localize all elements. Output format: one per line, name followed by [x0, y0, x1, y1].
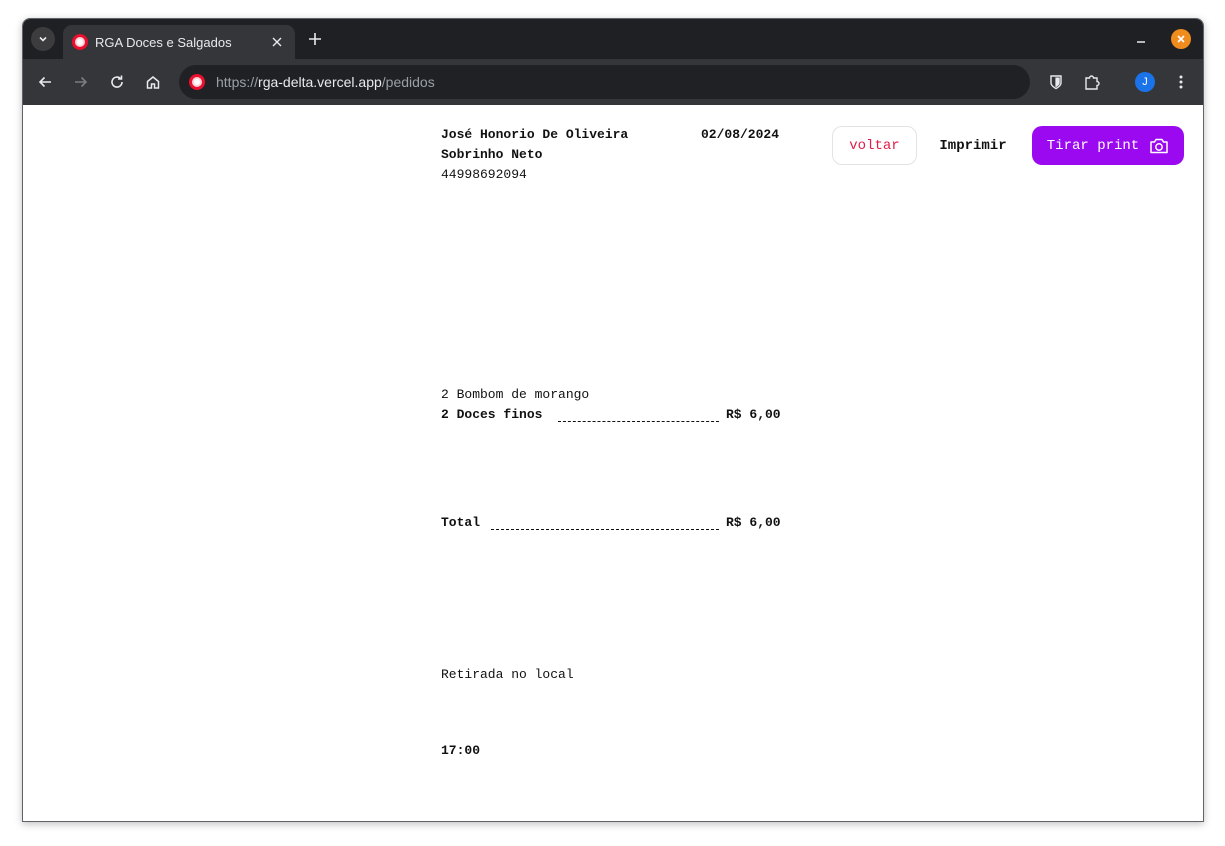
- total-value: R$ 6,00: [726, 515, 781, 530]
- pickup-time: 17:00: [441, 743, 481, 758]
- tab-strip: RGA Doces e Salgados: [23, 19, 1203, 59]
- customer-phone: 44998692094: [441, 167, 527, 182]
- profile-avatar[interactable]: J: [1135, 72, 1155, 92]
- item-price: R$ 6,00: [726, 407, 781, 422]
- camera-icon: [1150, 138, 1168, 153]
- delivery-method: Retirada no local: [441, 667, 574, 682]
- chevron-down-icon: [39, 36, 47, 42]
- new-tab-button[interactable]: [305, 29, 325, 49]
- back-link-button[interactable]: voltar: [832, 126, 917, 165]
- browser-toolbar: https://rga-delta.vercel.app/pedidos J: [23, 59, 1203, 105]
- item-category: 2 Doces finos: [441, 407, 543, 422]
- item-leader-dots: [558, 421, 719, 422]
- close-icon: [272, 37, 282, 47]
- site-favicon-icon: [189, 74, 205, 90]
- back-button[interactable]: [33, 70, 57, 94]
- arrow-left-icon: [38, 76, 51, 88]
- browser-menu-button[interactable]: [1169, 70, 1193, 94]
- customer-name-line2: Sobrinho Neto: [441, 147, 543, 162]
- puzzle-icon: [1085, 75, 1100, 90]
- close-icon: [1177, 35, 1185, 43]
- url-text: https://rga-delta.vercel.app/pedidos: [216, 74, 435, 90]
- arrow-right-icon: [75, 76, 88, 88]
- address-bar[interactable]: https://rga-delta.vercel.app/pedidos: [179, 65, 1030, 99]
- tab-active[interactable]: RGA Doces e Salgados: [63, 25, 295, 59]
- print-button[interactable]: Imprimir: [931, 126, 1015, 165]
- more-vertical-icon: [1179, 75, 1183, 89]
- site-favicon-icon: [72, 34, 88, 50]
- plus-icon: [309, 33, 321, 45]
- total-label: Total: [441, 515, 481, 530]
- screenshot-button[interactable]: Tirar print: [1032, 126, 1184, 165]
- reload-icon: [111, 75, 123, 88]
- tab-search-button[interactable]: [31, 27, 55, 51]
- home-icon: [146, 76, 160, 89]
- item-description: 2 Bombom de morango: [441, 387, 590, 402]
- forward-button[interactable]: [69, 70, 93, 94]
- shield-icon: [1050, 75, 1062, 90]
- total-leader-dots: [491, 529, 719, 530]
- shield-extension-button[interactable]: [1044, 70, 1068, 94]
- tab-close-button[interactable]: [269, 34, 285, 50]
- minimize-button[interactable]: [1131, 29, 1151, 49]
- window-close-button[interactable]: [1171, 29, 1191, 49]
- minimize-icon: [1137, 41, 1145, 43]
- reload-button[interactable]: [105, 70, 129, 94]
- customer-name-line1: José Honorio De Oliveira: [441, 127, 629, 142]
- extensions-button[interactable]: [1080, 70, 1104, 94]
- order-date: 02/08/2024: [701, 127, 780, 142]
- tab-title: RGA Doces e Salgados: [95, 35, 232, 50]
- home-button[interactable]: [141, 70, 165, 94]
- page-content: José Honorio De Oliveira Sobrinho Neto 4…: [23, 105, 1203, 821]
- browser-window: RGA Doces e Salgados https://rga-delta.v…: [22, 18, 1204, 822]
- screenshot-button-label: Tirar print: [1046, 137, 1140, 154]
